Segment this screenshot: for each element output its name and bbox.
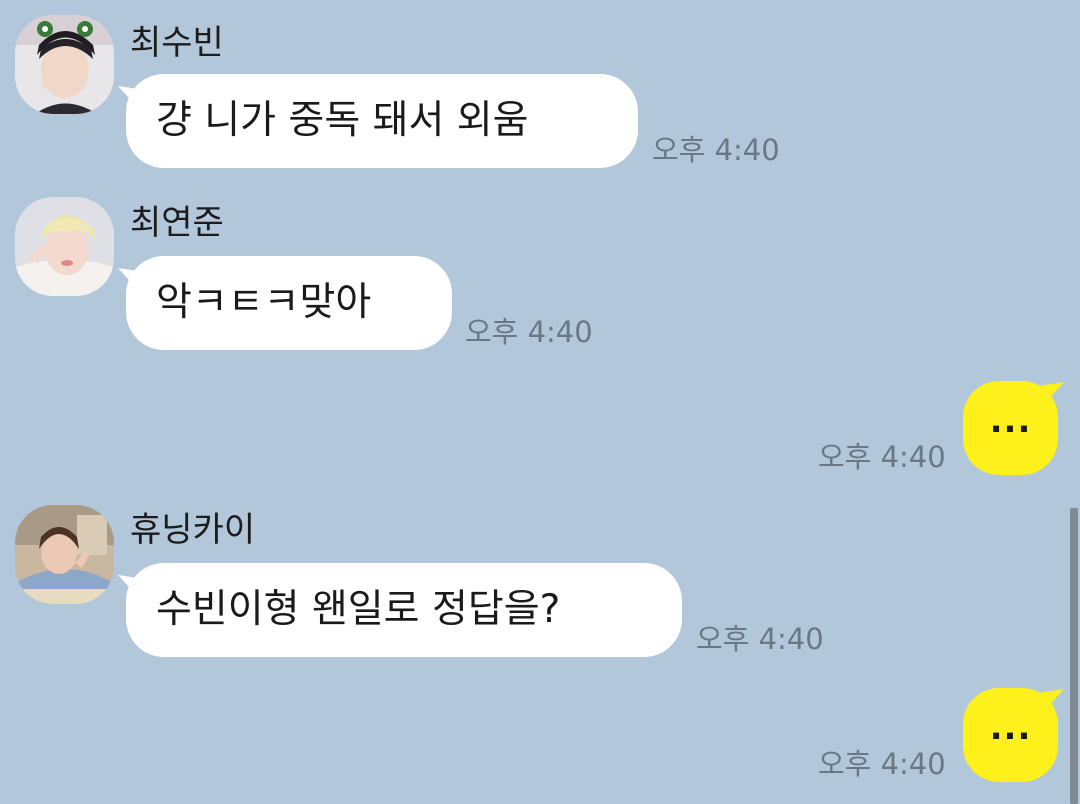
message-timestamp: 오후 4:40 — [818, 747, 946, 781]
sender-name: 최수빈 — [130, 23, 224, 63]
my-message-bubble[interactable]: ... — [963, 688, 1058, 782]
avatar-photo-icon — [15, 197, 114, 296]
message-timestamp: 오후 4:40 — [818, 440, 946, 474]
message-bubble[interactable]: 걍 니가 중독 돼서 외움 — [126, 74, 638, 168]
avatar-photo-icon — [15, 505, 114, 604]
message-timestamp: 오후 4:40 — [696, 622, 824, 656]
message-timestamp: 오후 4:40 — [465, 315, 593, 349]
sender-name: 휴닝카이 — [130, 510, 256, 550]
avatar[interactable] — [15, 15, 114, 114]
my-message-bubble[interactable]: ... — [963, 381, 1058, 475]
message-bubble[interactable]: 수빈이형 왠일로 정답을? — [126, 563, 682, 657]
avatar[interactable] — [15, 197, 114, 296]
message-bubble[interactable]: 악ㅋㅌㅋ맞아 — [126, 256, 452, 350]
message-timestamp: 오후 4:40 — [652, 133, 780, 167]
scrollbar[interactable] — [1070, 508, 1078, 804]
chat-room[interactable]: 최수빈 걍 니가 중독 돼서 외움 오후 4:40 최연준 악ㅋㅌㅋ맞아 오후 … — [0, 0, 1080, 804]
avatar-photo-icon — [15, 15, 114, 114]
sender-name: 최연준 — [130, 203, 224, 243]
avatar[interactable] — [15, 505, 114, 604]
